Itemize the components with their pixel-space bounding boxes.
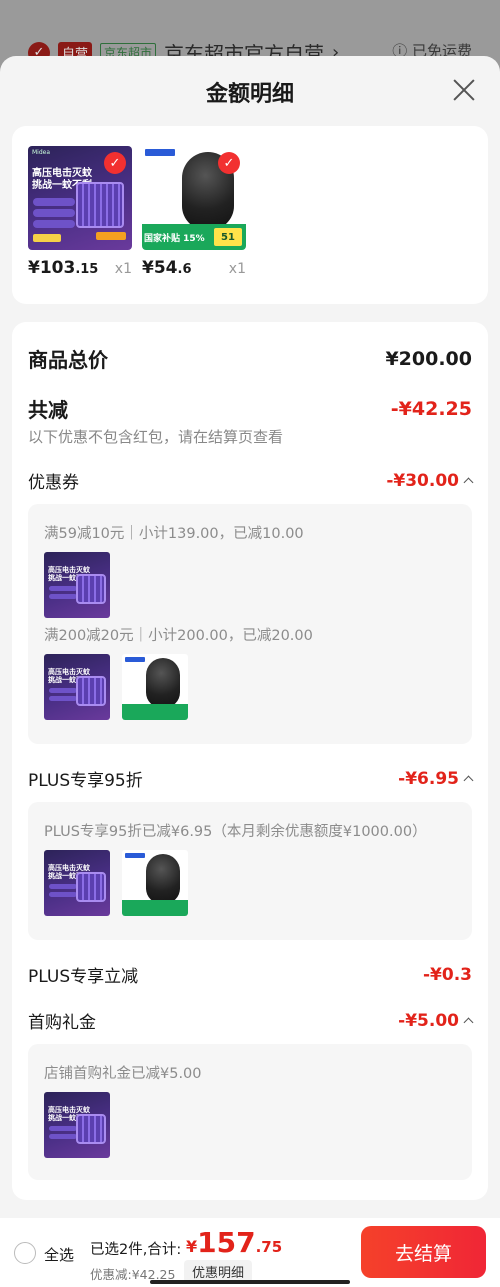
product-thumbnail: 高压电击灭蚊 挑战一蚊不剩 xyxy=(44,654,110,720)
plus-instant-row: PLUS专享立减 -¥0.3 xyxy=(28,962,472,988)
home-indicator xyxy=(150,1280,350,1284)
product-price: ¥103.15 xyxy=(28,258,99,278)
plus-discount-label: PLUS专享95折 xyxy=(28,771,143,791)
plus-instant-label: PLUS专享立减 xyxy=(28,967,139,987)
product-thumbnail: 高压电击灭蚊 挑战一蚊不剩 xyxy=(44,1092,110,1158)
sheet-title: 金额明细 xyxy=(205,82,294,107)
plus-discount-detail: PLUS专享95折已减¥6.95（本月剩余优惠额度¥1000.00） xyxy=(44,824,427,840)
coupon-rule-text: 满200减20元｜小计200.00，已减20.00 xyxy=(44,628,313,644)
summary-card: 商品总价 ¥200.00 共减 -¥42.25 以下优惠不包含红包，请在结算页查… xyxy=(12,322,488,1200)
chevron-up-icon xyxy=(463,477,474,488)
product-image-mouse: 国家补贴 15% 51 ✓ xyxy=(142,146,246,250)
product-item[interactable]: Midea 高压电击灭蚊 挑战一蚊不剩 ✓ ¥103.15 x1 xyxy=(28,146,132,278)
coupon-row[interactable]: 优惠券 -¥30.00 xyxy=(28,468,474,493)
total-discount-label: 共减 xyxy=(28,398,68,422)
coupon-rule-text: 满59减10元｜小计139.00，已减10.00 xyxy=(44,526,304,542)
product-thumbnail: 高压电击灭蚊 挑战一蚊不剩 xyxy=(44,552,110,618)
amount-detail-sheet: 金额明细 Midea 高压电击灭蚊 挑战一蚊不剩 ✓ ¥103.15 x1 国家… xyxy=(0,56,500,1287)
first-gift-row[interactable]: 首购礼金 -¥5.00 xyxy=(28,1008,474,1033)
product-quantity: x1 xyxy=(114,261,132,277)
product-thumbnail xyxy=(122,654,188,720)
product-image-mosquito-zapper: Midea 高压电击灭蚊 挑战一蚊不剩 ✓ xyxy=(28,146,132,250)
total-price: ¥ 157 .75 xyxy=(186,1226,283,1259)
close-icon[interactable] xyxy=(450,76,478,104)
goods-total-label: 商品总价 xyxy=(28,348,108,372)
chevron-up-icon xyxy=(463,775,474,786)
selected-count-text: 已选2件,合计: xyxy=(90,1242,182,1258)
select-all-label[interactable]: 全选 xyxy=(44,1244,74,1265)
coupon-value: -¥30.00 xyxy=(386,471,474,491)
total-discount-value: -¥42.25 xyxy=(390,397,472,420)
plus-discount-value: -¥6.95 xyxy=(398,769,474,789)
select-all-radio[interactable] xyxy=(14,1242,36,1264)
plus-discount-row[interactable]: PLUS专享95折 -¥6.95 xyxy=(28,766,474,791)
product-price: ¥54.6 xyxy=(142,258,192,278)
coupon-label: 优惠券 xyxy=(28,473,79,493)
product-quantity: x1 xyxy=(228,261,246,277)
goods-total-value: ¥200.00 xyxy=(385,347,472,370)
chevron-up-icon xyxy=(463,1017,474,1028)
goods-total-row: 商品总价 ¥200.00 xyxy=(28,344,472,373)
first-gift-value: -¥5.00 xyxy=(398,1011,474,1031)
first-gift-label: 首购礼金 xyxy=(28,1013,96,1033)
products-card: Midea 高压电击灭蚊 挑战一蚊不剩 ✓ ¥103.15 x1 国家补贴 15% xyxy=(12,126,488,304)
checkout-bar: 全选 已选2件,合计: ¥ 157 .75 优惠减:¥42.25 优惠明细 去结… xyxy=(0,1218,500,1287)
plus-instant-value: -¥0.3 xyxy=(423,964,472,985)
product-thumbnail: 高压电击灭蚊 挑战一蚊不剩 xyxy=(44,850,110,916)
product-item[interactable]: 国家补贴 15% 51 ✓ ¥54.6 x1 xyxy=(142,146,246,278)
selected-check-icon: ✓ xyxy=(218,152,240,174)
coupon-detail-box: 满59减10元｜小计139.00，已减10.00 高压电击灭蚊 挑战一蚊不剩 满2… xyxy=(28,504,472,744)
selected-check-icon: ✓ xyxy=(104,152,126,174)
plus-discount-detail-box: PLUS专享95折已减¥6.95（本月剩余优惠额度¥1000.00） 高压电击灭… xyxy=(28,802,472,940)
total-discount-row: 共减 -¥42.25 xyxy=(28,394,472,423)
checkout-button[interactable]: 去结算 xyxy=(361,1226,486,1278)
product-thumbnail xyxy=(122,850,188,916)
discount-note: 以下优惠不包含红包，请在结算页查看 xyxy=(28,428,284,446)
first-gift-detail-box: 店铺首购礼金已减¥5.00 高压电击灭蚊 挑战一蚊不剩 xyxy=(28,1044,472,1180)
first-gift-detail: 店铺首购礼金已减¥5.00 xyxy=(44,1066,202,1082)
